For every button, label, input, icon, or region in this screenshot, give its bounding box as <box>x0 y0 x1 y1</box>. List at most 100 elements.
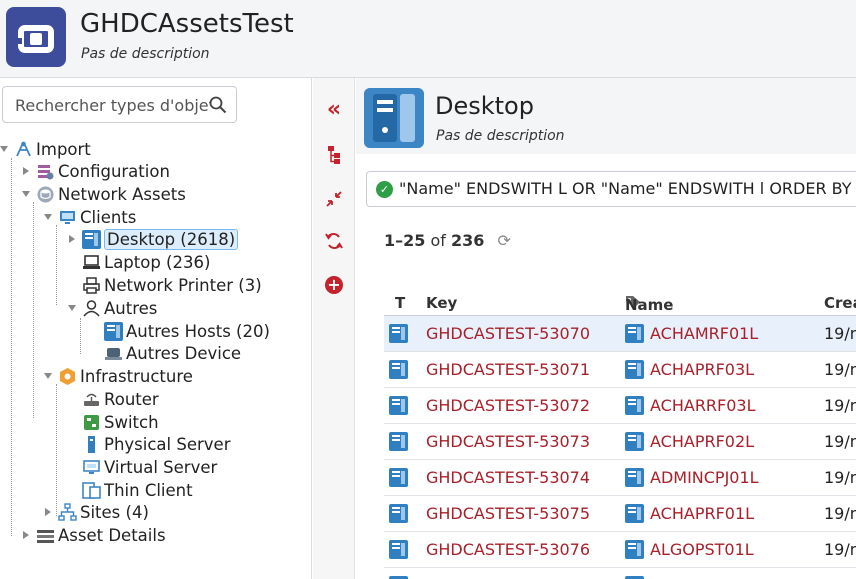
desktop-tower-icon <box>104 321 123 341</box>
search-box[interactable] <box>2 86 237 123</box>
tree-item-import[interactable]: Import <box>0 138 91 160</box>
created-date: 19/n <box>824 324 856 343</box>
tree-item-label: Physical Server <box>104 434 231 454</box>
column-header-name[interactable]: Name <box>625 294 673 314</box>
sync-button[interactable] <box>323 230 345 252</box>
expand-arrow-icon[interactable] <box>22 191 30 197</box>
server-icon <box>88 435 95 453</box>
object-name-link[interactable]: ALGOPST01L <box>650 540 754 559</box>
table-row[interactable]: GHDCASTEST-53070 ACHAMRF01L 19/n <box>384 316 856 352</box>
object-name-link[interactable]: ACHAPRF03L <box>650 360 754 379</box>
column-header-created[interactable]: Crea <box>824 294 856 312</box>
compress-button[interactable] <box>323 188 345 210</box>
refresh-icon[interactable]: ⟳ <box>498 231 511 250</box>
expand-arrow-icon[interactable] <box>23 531 29 539</box>
tree-item-thin-client[interactable]: Thin Client <box>82 479 193 501</box>
object-key-link[interactable]: GHDCASTEST-53074 <box>426 468 590 487</box>
search-icon[interactable] <box>209 96 227 114</box>
tree-item-autres-hosts[interactable]: Autres Hosts (20) <box>104 320 270 342</box>
desktop-tower-icon <box>389 396 408 416</box>
thin-client-icon <box>82 481 101 499</box>
tree-item-laptop[interactable]: Laptop (236) <box>82 251 210 273</box>
object-key-link[interactable]: GHDCASTEST-53071 <box>426 360 590 379</box>
table-row[interactable]: GHDCASTEST-53071 ACHAPRF03L 19/n <box>384 352 856 388</box>
object-key-link[interactable]: GHDCASTEST-53072 <box>426 396 590 415</box>
expand-arrow-icon[interactable] <box>0 146 8 152</box>
tree-item-asset-details[interactable]: Asset Details <box>22 524 166 546</box>
hierarchy-button[interactable] <box>323 144 345 166</box>
tree-item-label: Thin Client <box>104 480 193 500</box>
object-name-link[interactable]: ADMINCPJ01L <box>650 468 759 487</box>
object-key-link[interactable]: GHDCASTEST-53075 <box>426 504 590 523</box>
expand-arrow-icon[interactable] <box>23 167 29 175</box>
table-row[interactable]: GHDCASTEST-53072 ACHARRF03L 19/n <box>384 388 856 424</box>
device-icon <box>105 347 122 360</box>
table-row[interactable]: GHDCASTEST-53077ADMIRND01L19/n <box>384 568 856 579</box>
expand-arrow-icon[interactable] <box>44 373 52 379</box>
desktop-tower-icon <box>389 468 408 488</box>
created-date: 19/n <box>824 432 856 451</box>
tree-toolbar: « + <box>313 78 355 579</box>
desktop-tower-icon <box>389 324 408 344</box>
table-row[interactable]: GHDCASTEST-53075 ACHAPRF01L 19/n <box>384 496 856 532</box>
column-header-type[interactable]: T <box>395 294 405 312</box>
object-name-link[interactable]: ACHAMRF01L <box>650 324 758 343</box>
tree-item-autres[interactable]: Autres <box>68 297 157 319</box>
aql-filter-bar[interactable]: ✓ "Name" ENDSWITH L OR "Name" ENDSWITH l… <box>366 171 856 207</box>
tree-item-label: Asset Details <box>58 525 166 545</box>
object-key-link[interactable]: GHDCASTEST-53073 <box>426 432 590 451</box>
search-input[interactable] <box>15 93 210 117</box>
column-header-key[interactable]: Key <box>426 294 457 312</box>
add-icon: + <box>325 276 343 294</box>
expand-arrow-icon[interactable] <box>44 214 52 220</box>
printer-icon <box>83 276 100 294</box>
desktop-tower-icon <box>389 504 408 524</box>
created-date: 19/n <box>824 504 856 523</box>
tree-item-network-printer[interactable]: Network Printer (3) <box>82 274 262 296</box>
tree-item-clients[interactable]: Clients <box>44 206 136 228</box>
tree-item-desktop[interactable]: Desktop (2618) <box>68 228 239 250</box>
desktop-tower-icon <box>625 324 644 344</box>
object-key-link[interactable]: GHDCASTEST-53070 <box>426 324 590 343</box>
expand-arrow-icon[interactable] <box>69 235 75 243</box>
desktop-tower-icon <box>364 88 424 148</box>
app-description: Pas de description <box>81 46 210 62</box>
tree-item-router[interactable]: Router <box>82 388 159 410</box>
tree-item-label: Configuration <box>58 161 170 181</box>
aql-query-text[interactable]: "Name" ENDSWITH L OR "Name" ENDSWITH l O… <box>399 179 856 198</box>
object-name-link[interactable]: ACHAPRF01L <box>650 504 754 523</box>
tree-item-network-assets[interactable]: Network Assets <box>22 183 186 205</box>
tree-item-infrastructure[interactable]: Infrastructure <box>44 365 193 387</box>
app-logo-icon <box>6 7 66 67</box>
pagination-summary: 1–25 of 236 ⟳ <box>384 231 511 250</box>
objects-table: T Key Name Crea GHDCASTEST-53070 ACHAMRF0… <box>384 292 856 579</box>
table-row[interactable]: GHDCASTEST-53076 ALGOPST01L 19/n <box>384 532 856 568</box>
table-header: T Key Name Crea <box>384 292 856 316</box>
object-header: Desktop Pas de description <box>356 78 856 154</box>
table-row[interactable]: GHDCASTEST-53073 ACHAPRF02L 19/n <box>384 424 856 460</box>
created-date: 19/n <box>824 396 856 415</box>
tree-item-label: Laptop (236) <box>104 252 211 272</box>
tree-item-configuration[interactable]: Configuration <box>22 160 170 182</box>
app-header: GHDCAssetsTest Pas de description <box>0 0 856 78</box>
collapse-sidebar-button[interactable]: « <box>323 97 345 122</box>
tree-item-label: Autres Device <box>126 343 242 363</box>
virtual-server-icon <box>83 459 100 474</box>
object-key-link[interactable]: GHDCASTEST-53076 <box>426 540 590 559</box>
total-count: 236 <box>451 231 485 250</box>
tree-item-sites[interactable]: Sites (4) <box>44 501 149 523</box>
object-name-link[interactable]: ACHARRF03L <box>650 396 756 415</box>
configuration-icon <box>38 164 54 179</box>
expand-arrow-icon[interactable] <box>68 305 76 311</box>
import-icon <box>16 141 31 156</box>
table-row[interactable]: GHDCASTEST-53074 ADMINCPJ01L 19/n <box>384 460 856 496</box>
monitor-icon <box>60 210 75 224</box>
tree-item-virtual-server[interactable]: Virtual Server <box>82 456 217 478</box>
object-name-link[interactable]: ACHAPRF02L <box>650 432 754 451</box>
app-title: GHDCAssetsTest <box>80 9 294 39</box>
tree-item-physical-server[interactable]: Physical Server <box>82 433 230 455</box>
tree-item-switch[interactable]: Switch <box>82 411 159 433</box>
add-button[interactable]: + <box>323 274 345 296</box>
tree-item-autres-device[interactable]: Autres Device <box>104 342 241 364</box>
expand-arrow-icon[interactable] <box>45 508 51 516</box>
